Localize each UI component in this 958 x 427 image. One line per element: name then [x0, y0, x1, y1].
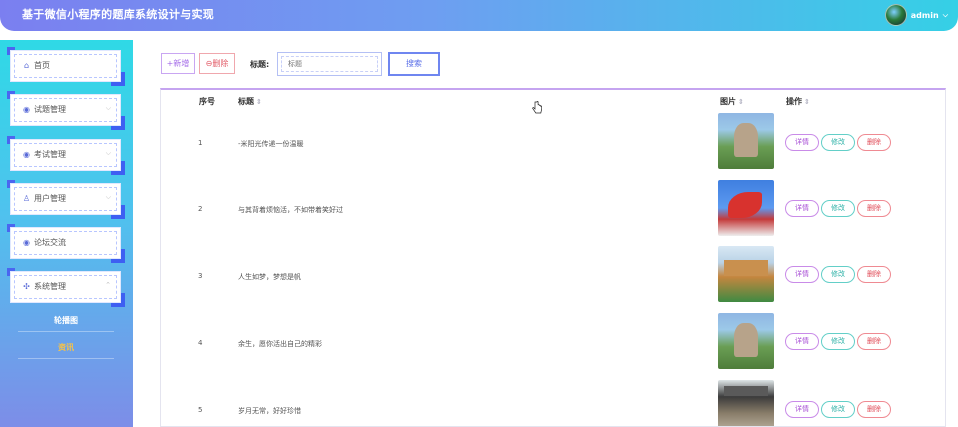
- edit-button[interactable]: 修改: [821, 266, 855, 283]
- sort-icon[interactable]: ⇕: [256, 98, 262, 106]
- sidebar-item-label: 试题管理: [34, 105, 66, 114]
- top-header: 基于微信小程序的题库系统设计与实现 admin ⌵: [0, 0, 958, 31]
- row-image: [718, 113, 774, 169]
- edit-button[interactable]: 修改: [821, 200, 855, 217]
- row-index: 3: [198, 272, 203, 280]
- home-icon: ⌂: [23, 61, 30, 70]
- grid-icon: ◉: [23, 105, 30, 114]
- row-title: 岁月无常，好好珍惜: [238, 407, 301, 415]
- sort-icon[interactable]: ⇕: [738, 98, 744, 106]
- row-index: 2: [198, 205, 203, 213]
- avatar[interactable]: [884, 4, 907, 26]
- row-delete-button[interactable]: 删除: [857, 134, 891, 151]
- delete-button[interactable]: ⊖删除: [199, 53, 235, 74]
- column-header-image[interactable]: 图片 ⇕: [720, 96, 744, 107]
- app-title: 基于微信小程序的题库系统设计与实现: [22, 8, 215, 21]
- row-title: 余生，愿你活出自己的精彩: [238, 340, 322, 348]
- row-index: 5: [198, 406, 203, 414]
- sidebar-item-users[interactable]: ♙ 用户管理 ⌵: [7, 180, 125, 219]
- hand-cursor-icon: [532, 101, 542, 114]
- sidebar-item-system[interactable]: ✣ 系统管理 ⌃: [7, 268, 125, 307]
- data-table: 序号 标题 ⇕ 图片 ⇕ 操作 ⇕ 1 -米阳光传递一份温暖 详情 修改 删除 2 与…: [160, 88, 946, 427]
- row-title: 与其背着烦恼活，不如带着笑好过: [238, 206, 343, 214]
- column-header-actions[interactable]: 操作 ⇕: [786, 96, 810, 107]
- title-filter-label: 标题:: [250, 60, 270, 69]
- sidebar-item-label: 考试管理: [34, 150, 66, 159]
- grid-icon: ◉: [23, 238, 30, 247]
- edit-button[interactable]: 修改: [821, 333, 855, 350]
- row-image: [718, 246, 774, 302]
- user-icon: ♙: [22, 194, 31, 203]
- chevron-down-icon[interactable]: ⌵: [943, 11, 948, 20]
- column-header-title[interactable]: 标题 ⇕: [238, 96, 262, 107]
- sidebar-item-questions[interactable]: ◉ 试题管理 ⌵: [7, 91, 125, 130]
- sidebar-subitem-news[interactable]: 资讯: [18, 337, 114, 359]
- chevron-down-icon: ⌵: [105, 104, 111, 112]
- search-field-wrapper: [277, 52, 382, 76]
- user-name[interactable]: admin: [911, 11, 939, 20]
- row-delete-button[interactable]: 删除: [857, 333, 891, 350]
- detail-button[interactable]: 详情: [785, 266, 819, 283]
- detail-button[interactable]: 详情: [785, 134, 819, 151]
- sidebar: ⌂ 首页 ◉ 试题管理 ⌵ ◉ 考试管理 ⌵ ♙ 用户管理 ⌵ ◉ 论坛交流 ✣…: [0, 40, 133, 427]
- row-index: 4: [198, 339, 203, 347]
- row-title: -米阳光传递一份温暖: [238, 140, 304, 148]
- sidebar-item-label: 论坛交流: [34, 238, 66, 247]
- user-menu[interactable]: admin ⌵: [884, 4, 948, 26]
- sidebar-subitem-carousel[interactable]: 轮播图: [18, 310, 114, 332]
- edit-button[interactable]: 修改: [821, 134, 855, 151]
- search-button[interactable]: 搜索: [388, 52, 440, 76]
- sort-icon[interactable]: ⇕: [804, 98, 810, 106]
- sidebar-item-label: 用户管理: [34, 194, 66, 203]
- row-image: [718, 313, 774, 369]
- row-delete-button[interactable]: 删除: [857, 200, 891, 217]
- chevron-up-icon: ⌃: [105, 281, 111, 289]
- sidebar-item-forum[interactable]: ◉ 论坛交流: [7, 224, 125, 263]
- column-header-index: 序号: [199, 97, 215, 106]
- row-image: [718, 380, 774, 426]
- chevron-down-icon: ⌵: [105, 193, 111, 201]
- chevron-down-icon: ⌵: [105, 149, 111, 157]
- detail-button[interactable]: 详情: [785, 401, 819, 418]
- detail-button[interactable]: 详情: [785, 200, 819, 217]
- grid-icon: ◉: [23, 150, 30, 159]
- row-delete-button[interactable]: 删除: [857, 401, 891, 418]
- row-image: [718, 180, 774, 236]
- row-title: 人生如梦，梦想是帆: [238, 273, 301, 281]
- apps-icon: ✣: [23, 282, 30, 291]
- sidebar-item-label: 系统管理: [34, 282, 66, 291]
- row-index: 1: [198, 139, 203, 147]
- sidebar-item-home[interactable]: ⌂ 首页: [7, 47, 125, 86]
- sidebar-item-label: 首页: [34, 61, 50, 70]
- row-delete-button[interactable]: 删除: [857, 266, 891, 283]
- add-button[interactable]: +新增: [161, 53, 195, 74]
- edit-button[interactable]: 修改: [821, 401, 855, 418]
- sidebar-item-exams[interactable]: ◉ 考试管理 ⌵: [7, 136, 125, 175]
- search-input[interactable]: [281, 56, 378, 72]
- detail-button[interactable]: 详情: [785, 333, 819, 350]
